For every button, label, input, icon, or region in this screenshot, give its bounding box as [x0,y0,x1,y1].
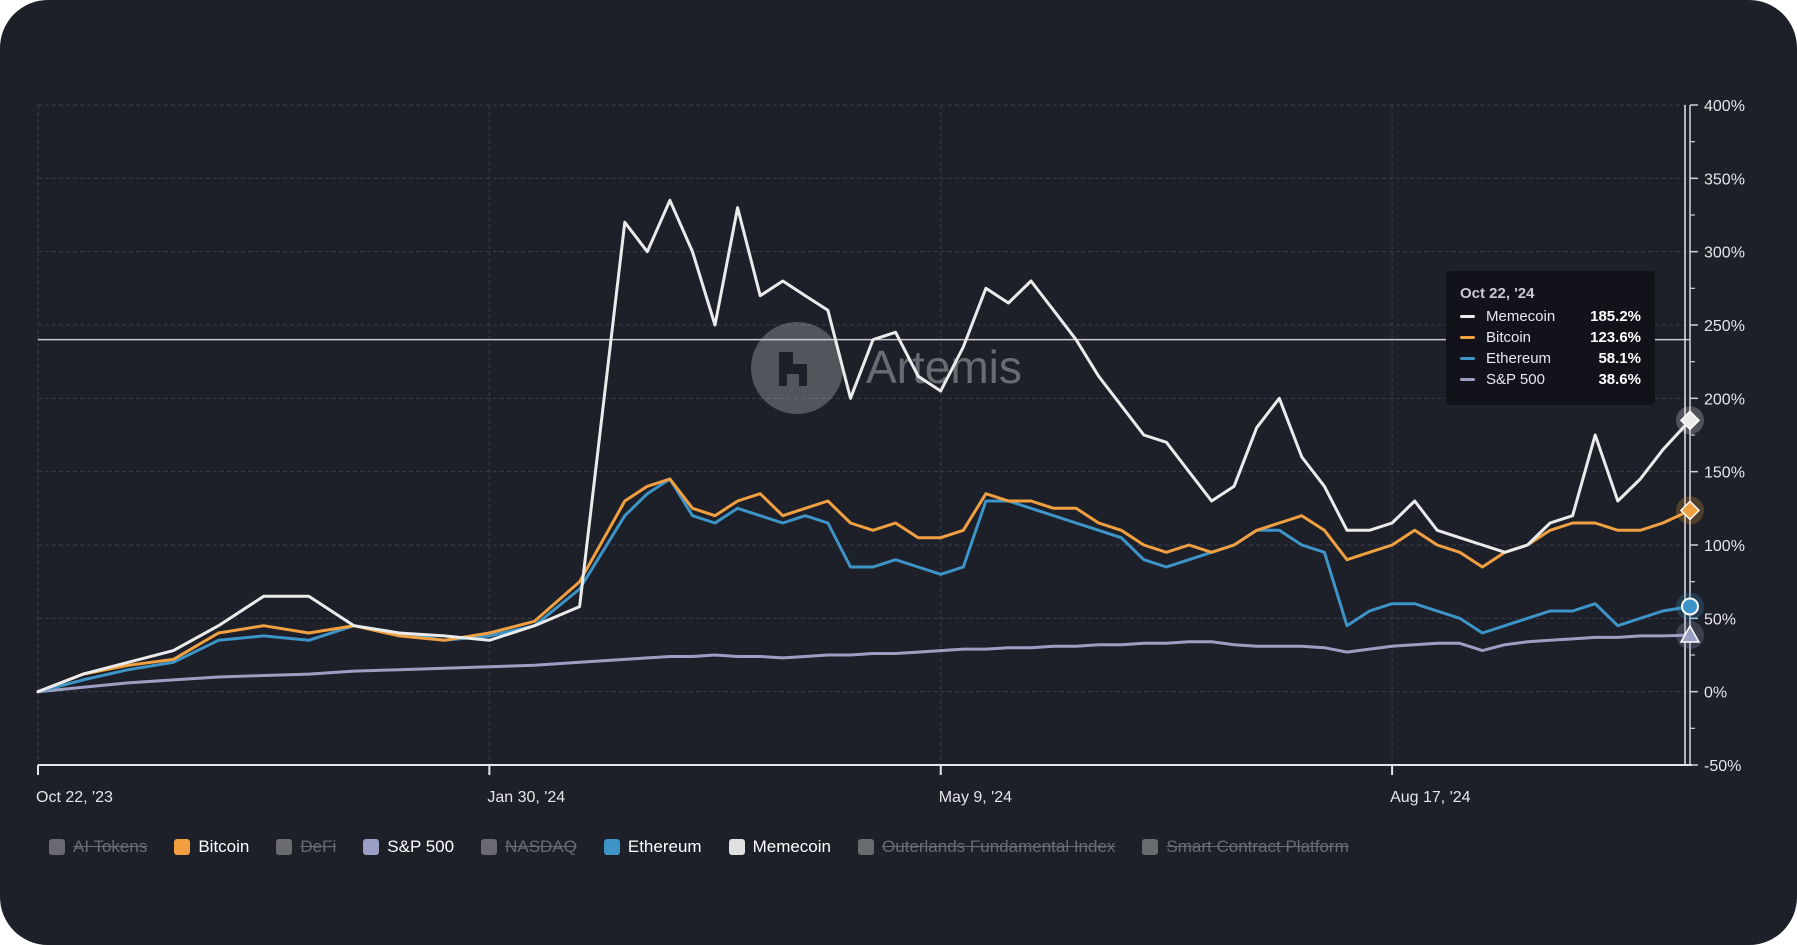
tooltip-row-bitcoin: Bitcoin 123.6% [1460,327,1641,348]
legend-label: Ethereum [627,837,702,856]
tooltip: Oct 22, '24 Memecoin 185.2% Bitcoin 123.… [1446,271,1655,405]
tooltip-series-name: Ethereum [1486,350,1552,367]
legend-item-smart-contract-platform[interactable]: Smart Contract Platform [1142,837,1349,857]
legend-label: Outerlands Fundamental Index [882,837,1116,856]
legend-swatch [1142,839,1159,855]
legend-item-ethereum[interactable]: Ethereum [603,837,702,857]
legend-label: DeFi [300,837,337,856]
legend-item-outerlands[interactable]: Outerlands Fundamental Index [858,837,1115,857]
legend-label: Smart Contract Platform [1166,837,1349,856]
series-line-bitcoin [36,477,1692,694]
y-tick-label: 0% [1704,685,1727,702]
legend-label: NASDAQ [505,837,577,856]
tooltip-series-value: 123.6% [1590,329,1641,346]
legend-item-ai-tokens[interactable]: AI Tokens [49,837,147,857]
legend-swatch [363,839,380,855]
x-tick-label: Jan 30, '24 [487,789,565,806]
tooltip-series-name: S&P 500 [1486,371,1545,388]
tooltip-row-ethereum: Ethereum 58.1% [1460,348,1641,369]
legend-item-nasdaq[interactable]: NASDAQ [481,837,577,857]
tooltip-swatch [1460,357,1475,360]
x-tick-label: Oct 22, '23 [36,789,113,806]
axis-layer: 400% 350% 300% 250% 200% 150% 100% 50% 0% -50% Oct… [36,98,1745,806]
legend-swatch [174,839,191,855]
tooltip-series-name: Bitcoin [1486,329,1532,346]
tooltip-swatch [1460,378,1475,381]
tooltip-swatch [1460,336,1475,339]
y-tick-label: 50% [1704,611,1736,628]
tooltip-series-name: Memecoin [1486,308,1556,325]
y-tick-label: 400% [1704,98,1745,115]
legend-swatch [481,839,498,855]
legend-label: Memecoin [752,837,831,856]
grid-layer [37,104,1690,766]
x-tick-label: May 9, '24 [939,789,1012,806]
tooltip-swatch [1460,315,1475,318]
legend-item-bitcoin[interactable]: Bitcoin [174,837,249,857]
tooltip-row-memecoin: Memecoin 185.2% [1460,306,1641,327]
series-line-s-p-500 [36,633,1692,694]
legend-item-memecoin[interactable]: Memecoin [728,837,831,857]
tooltip-row-sp500: S&P 500 38.6% [1460,369,1641,390]
y-tick-label: 150% [1704,465,1745,482]
legend-item-sp500[interactable]: S&P 500 [363,837,454,857]
tooltip-series-value: 38.6% [1598,371,1641,388]
y-tick-label: -50% [1704,758,1741,775]
y-tick-label: 300% [1704,245,1745,262]
legend-label: Bitcoin [198,837,250,856]
end-marker-ethereum [1681,597,1699,616]
y-tick-label: 250% [1704,318,1745,335]
legend-item-defi[interactable]: DeFi [276,837,336,857]
legend-swatch [858,839,874,855]
chart-svg[interactable]: Artemis 400%350%300%250%200%150%100%50%0… [0,0,1797,945]
legend-label: AI Tokens [73,837,148,856]
series-line-ethereum [36,477,1692,694]
y-tick-label: 200% [1704,391,1745,408]
tooltip-series-value: 58.1% [1598,350,1641,367]
legend: AI Tokens Bitcoin DeFi S&P 500 NASDAQ Et… [49,835,1376,859]
legend-swatch [49,839,65,855]
x-tick-label: Aug 17, '24 [1390,789,1471,806]
y-tick-label: 100% [1704,538,1745,555]
y-tick-label: 350% [1704,171,1745,188]
tooltip-series-value: 185.2% [1590,308,1641,325]
legend-swatch [276,839,293,855]
chart-card: Artemis 400% 350% 300% 250% 200% 150% 100% 50% 0… [0,0,1797,945]
legend-swatch [603,839,620,855]
legend-swatch [728,839,745,855]
legend-label: S&P 500 [387,837,455,856]
tooltip-date: Oct 22, '24 [1460,285,1535,302]
